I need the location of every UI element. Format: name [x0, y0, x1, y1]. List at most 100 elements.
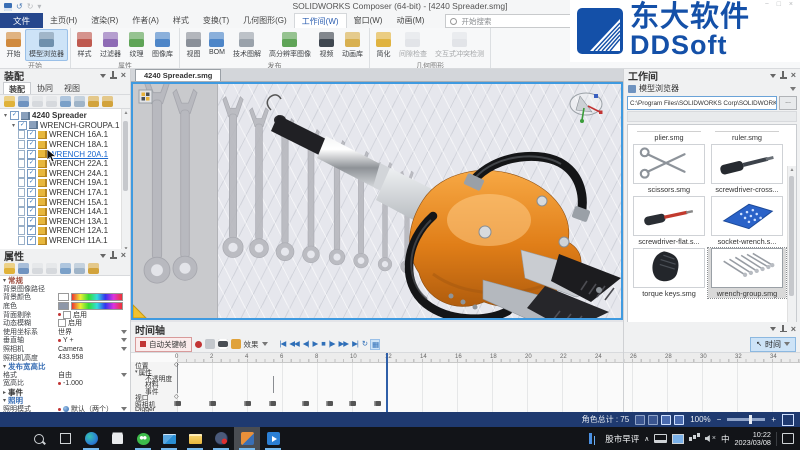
tree-row[interactable]: ▾✓4240 Spreader	[0, 111, 130, 121]
workshop-file-item[interactable]: torque keys.smg	[630, 248, 708, 298]
tree-row[interactable]: ▾✓WRENCH-GROUPA.1	[0, 121, 130, 131]
taskbar-composer-button[interactable]	[234, 427, 260, 450]
tree-row[interactable]: ✓WRENCH 24A.1	[0, 169, 130, 179]
visibility-checkbox[interactable]: ✓	[27, 140, 36, 149]
marker-icon[interactable]	[231, 339, 241, 349]
collapse-tree-icon[interactable]	[46, 96, 57, 107]
ribbon-button-image-library[interactable]: 图像库	[148, 29, 177, 61]
file-thumbnail[interactable]	[633, 144, 705, 184]
file-thumbnail[interactable]	[633, 196, 705, 236]
chevron-down-icon[interactable]	[121, 347, 127, 354]
copy-style-icon[interactable]	[32, 263, 43, 274]
browse-folder-button[interactable]: ...	[779, 96, 797, 110]
chevron-down-icon[interactable]	[121, 373, 127, 380]
ribbon-button-hires-image[interactable]: 高分辨率图像	[265, 29, 315, 61]
workshop-file-item[interactable]: wrench-group.smg	[708, 248, 786, 298]
close-icon[interactable]: ×	[121, 251, 126, 260]
play-icon[interactable]: ▶	[311, 339, 318, 350]
close-icon[interactable]: ×	[121, 71, 126, 80]
sort-icon[interactable]	[60, 96, 71, 107]
property-value[interactable]: -1.000	[58, 380, 130, 387]
tree-row[interactable]: ✓WRENCH 11A.1	[0, 236, 130, 246]
viewport[interactable]	[131, 82, 623, 320]
table-icon[interactable]	[88, 263, 99, 274]
timeline-tracks[interactable]: 0246810121416182022242628303234 位置▾属性不透明…	[131, 352, 800, 413]
assembly-tab[interactable]: 装配	[3, 82, 31, 94]
photo-mode-icon[interactable]: ▦	[370, 339, 380, 350]
scrollbar-thumb[interactable]	[789, 176, 794, 296]
menu-tab[interactable]: 渲染(R)	[84, 13, 125, 28]
assembly-scrollbar[interactable]: ▲ ▼	[121, 109, 130, 253]
go-start-icon[interactable]: |◀	[279, 339, 287, 350]
right-splitter[interactable]	[623, 69, 624, 412]
time-mode-button[interactable]: ↖ 时间	[750, 337, 796, 352]
pin-icon[interactable]	[110, 71, 117, 80]
expander-icon[interactable]: ▾	[10, 122, 17, 129]
ribbon-button-home[interactable]: 开始	[2, 29, 25, 61]
expand-tree-icon[interactable]	[32, 96, 43, 107]
assembly-tab[interactable]: 视图	[59, 82, 85, 94]
workshop-file-item[interactable]: socket-wrench.s...	[708, 196, 786, 246]
ribbon-button-tech-illustration[interactable]: 技术图解	[229, 29, 265, 61]
image-icon[interactable]	[60, 263, 71, 274]
camera-keyframe-icon[interactable]	[269, 401, 276, 406]
fast-forward-icon[interactable]: ▶▶	[338, 339, 350, 350]
left-splitter[interactable]	[130, 69, 131, 412]
window-controls[interactable]: − □ ×	[765, 1, 796, 8]
panel-menu-icon[interactable]	[100, 74, 106, 81]
menu-tab[interactable]: 工作间(W)	[294, 13, 347, 28]
zoom-out-button[interactable]: −	[717, 415, 722, 424]
effects-button[interactable]: 效果	[244, 339, 268, 350]
edit-icon[interactable]	[74, 263, 85, 274]
stock-app-icon[interactable]	[589, 433, 592, 444]
gear-icon[interactable]	[88, 96, 99, 107]
tree-row[interactable]: ✓WRENCH 13A.1	[0, 217, 130, 227]
taskbar-search-button[interactable]	[26, 427, 52, 450]
menu-tab[interactable]: 主页(H)	[43, 13, 84, 28]
pin-icon[interactable]	[110, 251, 117, 260]
taskbar-explorer-button[interactable]	[182, 427, 208, 450]
actor-filter-icon[interactable]	[18, 96, 29, 107]
file-thumbnail[interactable]	[711, 144, 783, 184]
taskbar-wechat-button[interactable]	[130, 427, 156, 450]
ribbon-button-simplify[interactable]: 简化	[372, 29, 395, 61]
panel-menu-icon[interactable]	[770, 327, 776, 334]
ribbon-button-video[interactable]: 视频	[315, 29, 338, 61]
panel-menu-icon[interactable]	[770, 74, 776, 81]
assembly-tab[interactable]: 协同	[32, 82, 58, 94]
tree-row[interactable]: ✓WRENCH 12A.1	[0, 226, 130, 236]
keyframe-bar[interactable]	[273, 376, 275, 393]
thumbnail-view-icon[interactable]	[674, 415, 684, 425]
ribbon-button-bom[interactable]: BOM	[205, 29, 229, 58]
workshop-file-item[interactable]: plier.smg	[630, 127, 708, 142]
ribbon-button-filter[interactable]: 过滤器	[96, 29, 125, 61]
tree-row[interactable]: ✓WRENCH 15A.1	[0, 197, 130, 207]
file-thumbnail[interactable]	[711, 196, 783, 236]
spreader-tool[interactable]	[267, 95, 621, 318]
wifi-icon[interactable]	[689, 437, 692, 441]
folder-path-input[interactable]: C:\Program Files\SOLIDWORKS Corp\SOLIDWO…	[627, 96, 777, 110]
visibility-checkbox[interactable]: ✓	[27, 178, 36, 187]
ribbon-button-styles[interactable]: 样式	[73, 29, 96, 61]
keyframe-diamond[interactable]: ◇	[174, 362, 179, 368]
clock[interactable]: 10:22 2023/03/08	[734, 431, 771, 447]
grid-view-icon[interactable]	[661, 415, 671, 425]
gear-menu-icon[interactable]	[102, 96, 113, 107]
camera-keyframe-icon[interactable]	[209, 401, 216, 406]
workshop-mode-select[interactable]: 模型浏览器	[624, 82, 800, 95]
camera-keyframe-icon[interactable]	[349, 401, 356, 406]
stock-app-label[interactable]: 股市早评	[605, 433, 639, 445]
taskbar-movies-button[interactable]	[260, 427, 286, 450]
visibility-checkbox[interactable]: ✓	[27, 130, 36, 139]
visibility-checkbox[interactable]: ✓	[27, 236, 36, 245]
step-back-icon[interactable]: ◀|	[302, 339, 310, 350]
paste-style-icon[interactable]	[46, 263, 57, 274]
tree-row[interactable]: ✓WRENCH 17A.1	[0, 188, 130, 198]
visibility-checkbox[interactable]: ✓	[27, 159, 36, 168]
taskbar-windows-start-button[interactable]	[0, 427, 26, 450]
ribbon-button-views[interactable]: 视图	[182, 29, 205, 61]
spreader-3d-model[interactable]	[133, 84, 621, 318]
tree-row[interactable]: ✓WRENCH 22A.1	[0, 159, 130, 169]
camera-keyframe-icon[interactable]	[302, 401, 309, 406]
color-gradient-bar[interactable]	[71, 293, 123, 301]
